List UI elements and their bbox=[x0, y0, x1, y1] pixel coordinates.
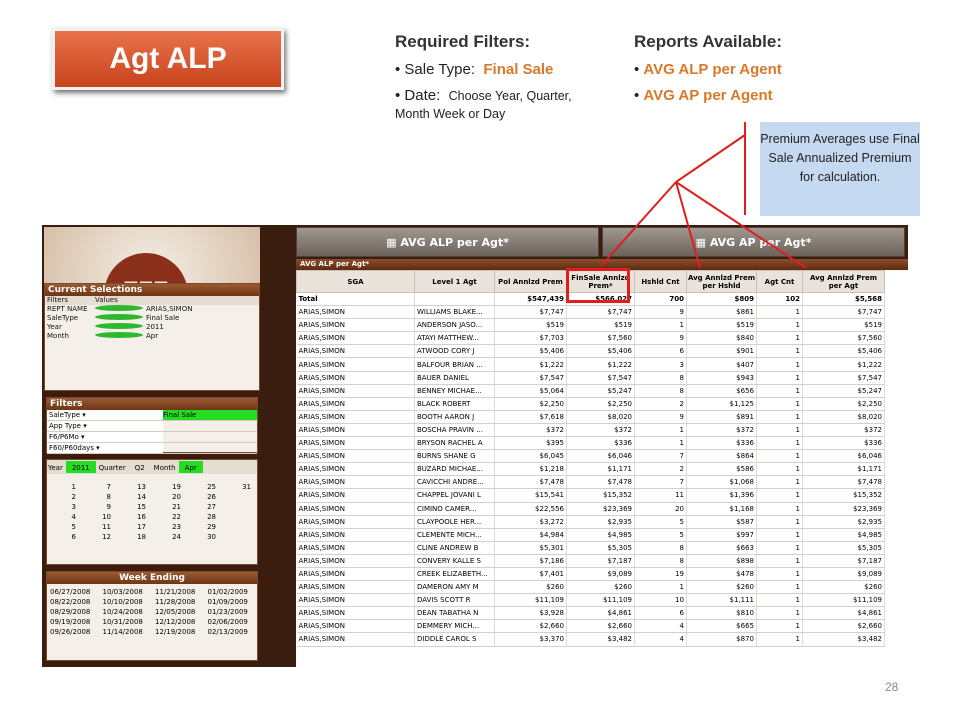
page-number: 28 bbox=[885, 680, 899, 694]
callout-lines bbox=[600, 122, 807, 269]
